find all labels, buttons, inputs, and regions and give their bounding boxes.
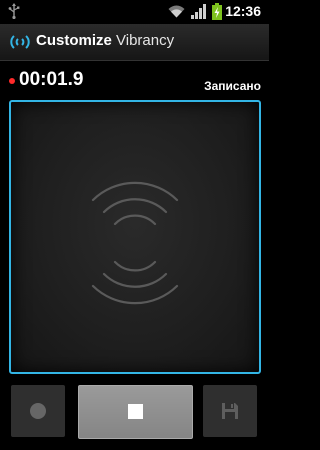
stop-button[interactable] <box>78 385 193 439</box>
save-icon <box>222 403 238 419</box>
recording-indicator <box>9 78 15 84</box>
page-title: Customize Vibrancy <box>36 32 174 49</box>
stop-icon <box>128 404 143 419</box>
vibration-waves-icon <box>91 181 179 305</box>
title-bold: Customize <box>36 32 112 49</box>
status-bar: 12:36 <box>0 0 269 24</box>
recording-status: Записано <box>204 79 261 93</box>
wifi-icon <box>168 5 185 18</box>
recording-timer: 00:01.9 <box>19 69 84 90</box>
record-icon <box>30 403 46 419</box>
title-bar: Customize Vibrancy <box>0 24 269 61</box>
record-button[interactable] <box>11 385 65 437</box>
vibration-icon <box>10 35 30 49</box>
vibration-pad[interactable] <box>9 100 261 374</box>
status-clock: 12:36 <box>225 3 261 19</box>
usb-icon <box>8 3 20 19</box>
title-rest: Vibrancy <box>111 32 175 49</box>
save-button[interactable] <box>203 385 257 437</box>
signal-icon <box>191 4 206 19</box>
battery-charging-icon <box>212 3 222 20</box>
